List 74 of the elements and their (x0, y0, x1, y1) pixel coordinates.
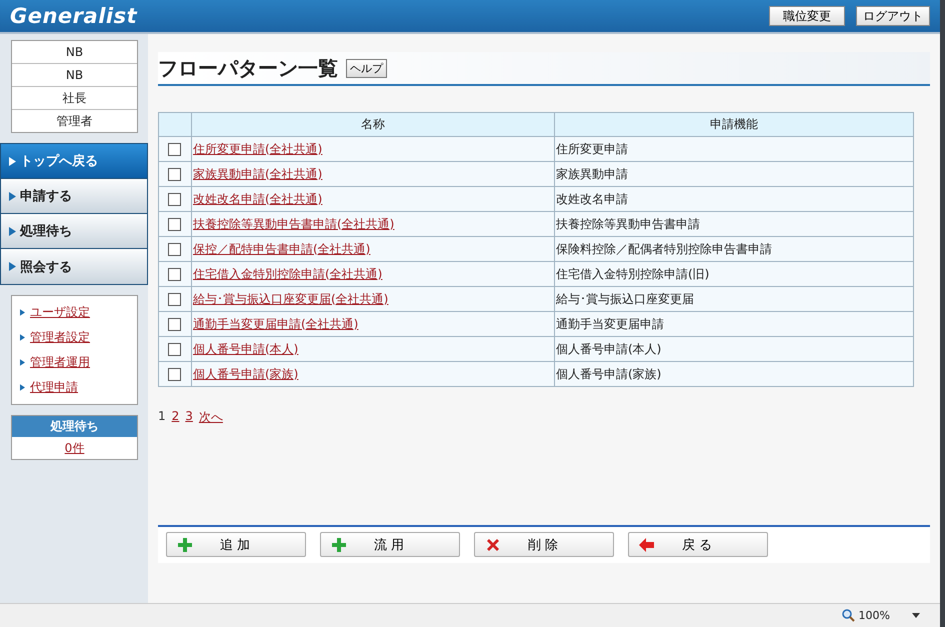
nav-item[interactable]: 照会する (1, 249, 147, 284)
zoom-icon (842, 609, 855, 622)
logo: Generalist (10, 4, 138, 28)
header-button[interactable]: 職位変更 (769, 6, 845, 26)
table-cell: 個人番号申請(家族) (554, 362, 914, 386)
flow-pattern-link[interactable]: 通勤手当変更届申請(全社共通) (193, 316, 358, 330)
current-page: 1 (158, 409, 166, 425)
table-cell: 個人番号申請(本人) (554, 336, 914, 362)
menu-link[interactable]: 代理申請 (30, 379, 78, 396)
nav-item[interactable]: 処理待ち (1, 214, 147, 249)
table-cell: 住宅借入金特別控除申請(旧) (554, 262, 914, 286)
action-button[interactable]: 流 用 (320, 532, 460, 557)
checkbox[interactable] (168, 343, 181, 356)
menu-link[interactable]: 管理者設定 (30, 329, 90, 346)
menu-link[interactable]: ユーザ設定 (30, 304, 90, 321)
nav-item[interactable]: 申請する (1, 179, 147, 214)
checkbox[interactable] (168, 318, 181, 332)
header-cell: 申請機能 (554, 112, 914, 136)
action-button[interactable]: 削 除 (474, 532, 614, 557)
pending-count-link[interactable]: 0件 (64, 441, 84, 455)
plus-icon (331, 536, 347, 552)
triangle-icon (20, 309, 25, 316)
zoom-level: 100% (858, 609, 890, 622)
table-cell: 給与･賞与振込口座変更届 (554, 286, 914, 312)
dropdown-icon[interactable] (912, 613, 920, 618)
menu-link[interactable]: 管理者運用 (30, 354, 90, 371)
flow-pattern-link[interactable]: 保控／配特申告書申請(全社共通) (193, 242, 370, 256)
flow-pattern-link[interactable]: 住所変更申請(全社共通) (193, 142, 322, 156)
user-info-cell: 社長 (12, 87, 137, 110)
pending-title: 処理待ち (12, 416, 137, 437)
flow-pattern-link[interactable]: 改姓改名申請(全社共通) (193, 192, 322, 206)
triangle-icon (20, 359, 25, 366)
page-title: フローパターン一覧 (158, 54, 338, 82)
flow-pattern-link[interactable]: 家族異動申請(全社共通) (193, 166, 322, 180)
action-button[interactable]: 追 加 (166, 532, 306, 557)
user-info-cell: NB (12, 64, 137, 87)
checkbox[interactable] (168, 218, 181, 232)
user-info-cell: NB (12, 41, 137, 64)
table-cell: 保険料控除／配偶者特別控除申告書申請 (554, 236, 914, 262)
table-cell: 扶養控除等異動申告書申請 (554, 212, 914, 236)
checkbox[interactable] (168, 143, 181, 156)
arrow-left-icon (639, 538, 655, 552)
plus-icon (177, 536, 193, 552)
page-link[interactable]: 次へ (198, 409, 223, 426)
flow-pattern-link[interactable]: 個人番号申請(本人) (193, 342, 298, 356)
triangle-icon (9, 262, 16, 271)
checkbox[interactable] (168, 168, 181, 182)
help-button[interactable]: ヘルプ (346, 58, 387, 78)
flow-pattern-link[interactable]: 個人番号申請(家族) (193, 366, 298, 380)
table-cell: 家族異動申請 (554, 162, 914, 186)
checkbox[interactable] (168, 243, 181, 256)
triangle-icon (20, 384, 25, 391)
flow-pattern-link[interactable]: 扶養控除等異動申告書申請(全社共通) (193, 216, 394, 230)
flow-pattern-link[interactable]: 住宅借入金特別控除申請(全社共通) (193, 266, 382, 280)
header-button[interactable]: ログアウト (856, 6, 930, 26)
action-button[interactable]: 戻 る (628, 532, 768, 557)
triangle-icon (9, 192, 16, 200)
close-icon (485, 536, 501, 552)
nav-item[interactable]: トップへ戻る (1, 144, 147, 179)
table-cell: 改姓改名申請 (554, 186, 914, 212)
page-link[interactable]: 3 (185, 409, 193, 426)
table-cell: 住所変更申請 (554, 136, 914, 162)
triangle-icon (20, 334, 25, 341)
checkbox[interactable] (168, 268, 181, 282)
user-info-cell-text: 管理者 (56, 113, 94, 130)
checkbox[interactable] (168, 193, 181, 206)
page-link[interactable]: 2 (172, 409, 180, 426)
triangle-icon (9, 226, 16, 236)
header-cell: 名称 (192, 112, 554, 136)
table-cell: 通勤手当変更届申請 (554, 312, 914, 336)
checkbox[interactable] (168, 368, 181, 382)
flow-pattern-link[interactable]: 給与･賞与振込口座変更届(全社共通) (193, 292, 388, 306)
checkbox[interactable] (168, 293, 181, 306)
triangle-icon (9, 156, 16, 166)
